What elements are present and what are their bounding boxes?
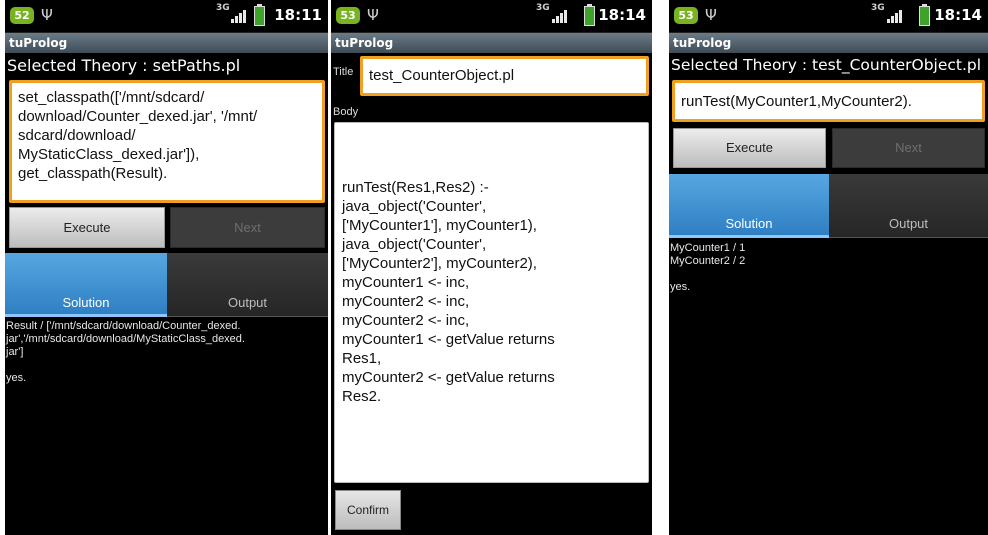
tab-output[interactable]: Output (167, 253, 328, 317)
title-value: test_CounterObject.pl (369, 67, 515, 84)
network-type-icon: 3G (871, 3, 885, 13)
body-text: runTest(Res1,Res2) :- java_object('Count… (342, 179, 555, 405)
battery-icon (254, 4, 265, 26)
tab-solution[interactable]: Solution (669, 174, 829, 238)
app-title-bar: tuProlog (5, 33, 328, 53)
app-title-bar: tuProlog (331, 33, 652, 53)
tab-solution[interactable]: Solution (5, 253, 167, 317)
signal-icon (231, 9, 247, 23)
clock: 18:14 (934, 6, 982, 24)
status-bar: 53 Ψ 3G 18:14 (331, 0, 652, 33)
usb-icon: Ψ (41, 6, 53, 24)
phone-screen-3: 53 Ψ 3G 18:14 tuProlog Selected Theory :… (669, 0, 988, 535)
notification-badge: 53 (336, 7, 360, 24)
network-type-icon: 3G (216, 3, 230, 13)
title-input[interactable]: test_CounterObject.pl (360, 56, 649, 96)
usb-icon: Ψ (367, 6, 379, 24)
notification-badge: 52 (10, 7, 34, 24)
next-button[interactable]: Next (170, 207, 325, 248)
status-bar: 52 Ψ 3G 18:11 (5, 0, 328, 33)
body-input[interactable]: runTest(Res1,Res2) :- java_object('Count… (334, 122, 649, 483)
solution-text: Result / ['/mnt/sdcard/download/Counter_… (6, 320, 245, 384)
execute-button[interactable]: Execute (9, 207, 165, 248)
clock: 18:14 (598, 6, 646, 24)
query-text: set_classpath(['/mnt/sdcard/ download/Co… (18, 89, 258, 182)
execute-button[interactable]: Execute (673, 128, 826, 168)
phone-screen-1: 52 Ψ 3G 18:11 tuProlog Selected Theory :… (5, 0, 328, 535)
network-type-icon: 3G (536, 3, 550, 13)
query-text: runTest(MyCounter1,MyCounter2). (681, 93, 912, 110)
selected-theory-label: Selected Theory : test_CounterObject.pl (671, 56, 982, 74)
app-title-bar: tuProlog (669, 33, 988, 53)
clock: 18:11 (274, 6, 322, 24)
query-input[interactable]: set_classpath(['/mnt/sdcard/ download/Co… (9, 80, 325, 203)
confirm-button[interactable]: Confirm (335, 490, 401, 530)
tab-output[interactable]: Output (829, 174, 988, 238)
query-input[interactable]: runTest(MyCounter1,MyCounter2). (672, 80, 985, 122)
body-field-label: Body (333, 106, 359, 118)
usb-icon: Ψ (705, 6, 717, 24)
status-bar: 53 Ψ 3G 18:14 (669, 0, 988, 33)
phone-screen-2: 53 Ψ 3G 18:14 tuProlog Title test_Counte… (331, 0, 652, 535)
title-field-label: Title (333, 66, 354, 78)
notification-badge: 53 (674, 7, 698, 24)
solution-text: MyCounter1 / 1 MyCounter2 / 2 yes. (670, 242, 746, 293)
signal-icon (552, 9, 568, 23)
signal-icon (887, 9, 903, 23)
selected-theory-label: Selected Theory : setPaths.pl (7, 56, 241, 75)
battery-icon (584, 4, 595, 26)
next-button[interactable]: Next (832, 128, 985, 168)
battery-icon (919, 4, 930, 26)
